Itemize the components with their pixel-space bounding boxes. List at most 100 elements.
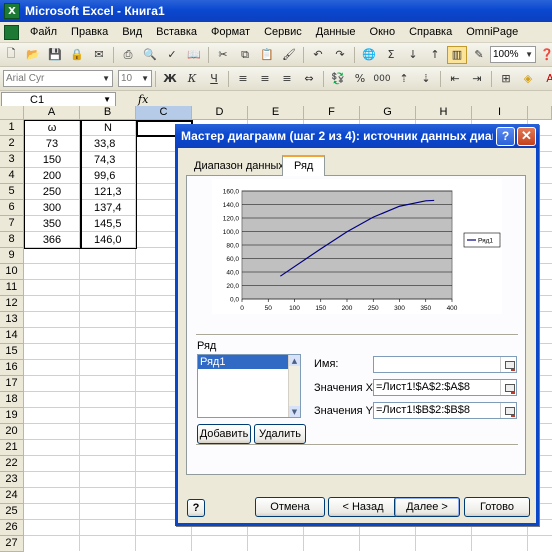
row-header[interactable]: 19 [0,408,24,424]
align-right-icon[interactable]: ≡ [277,70,297,88]
delete-series-button[interactable]: Удалить [254,424,306,444]
increase-indent-icon[interactable]: ⇥ [467,70,487,88]
series-list-item[interactable]: Ряд1 [198,355,288,369]
decrease-indent-icon[interactable]: ⇤ [445,70,465,88]
row-header[interactable]: 25 [0,504,24,520]
cell-a4[interactable]: 200 [24,168,80,184]
cell-b7[interactable]: 145,5 [80,216,136,232]
borders-icon[interactable]: ⊞ [496,70,516,88]
menu-omnipage[interactable]: OmniPage [459,26,525,38]
cell-b4[interactable]: 99,6 [80,168,136,184]
column-header-d[interactable]: D [192,106,248,120]
collapse-dialog-icon[interactable] [500,403,516,418]
collapse-dialog-icon[interactable] [500,380,516,395]
select-all-corner[interactable] [0,106,24,120]
cell-a2[interactable]: 73 [24,136,80,152]
cut-icon[interactable]: ✂ [213,46,233,64]
cell-a5[interactable]: 250 [24,184,80,200]
hyperlink-icon[interactable]: 🌐 [359,46,379,64]
row-header[interactable]: 15 [0,344,24,360]
column-header-h[interactable]: H [416,106,472,120]
row-header[interactable]: 8 [0,232,24,248]
sort-ascending-icon[interactable]: ↓ [403,46,423,64]
save-icon[interactable]: 💾 [45,46,65,64]
series-listbox[interactable]: Ряд1 ▲ ▼ [197,354,301,418]
office-help-icon[interactable]: ❓ [537,46,552,64]
row-header[interactable]: 2 [0,136,24,152]
excel-app-icon[interactable]: X [4,3,20,19]
row-header[interactable]: 23 [0,472,24,488]
increase-decimal-icon[interactable]: ⇡ [394,70,414,88]
cell-b5[interactable]: 121,3 [80,184,136,200]
row-header[interactable]: 27 [0,536,24,552]
cancel-button[interactable]: Отмена [255,497,325,517]
format-painter-icon[interactable]: 🖌 [279,46,299,64]
row-header[interactable]: 18 [0,392,24,408]
row-header[interactable]: 12 [0,296,24,312]
italic-button[interactable]: К [182,70,202,88]
close-icon[interactable]: ✕ [517,126,536,146]
percent-button[interactable]: % [350,70,370,88]
column-header-b[interactable]: B [80,106,136,120]
cell-b6[interactable]: 137,4 [80,200,136,216]
cell-b1[interactable]: N [80,120,136,136]
menu-format[interactable]: Формат [204,26,257,38]
drawing-icon[interactable]: ✎ [469,46,489,64]
print-preview-icon[interactable]: 🔍 [140,46,160,64]
row-header[interactable]: 24 [0,488,24,504]
merge-center-icon[interactable]: ⇔ [299,70,319,88]
scroll-up-icon[interactable]: ▲ [289,355,300,366]
column-header-g[interactable]: G [360,106,416,120]
dialog-help-icon[interactable]: ? [496,126,515,146]
scroll-down-icon[interactable]: ▼ [289,406,300,417]
x-values-field[interactable]: =Лист1!$A$2:$A$8 [373,379,517,396]
row-header[interactable]: 14 [0,328,24,344]
cell-b8[interactable]: 146,0 [80,232,136,248]
insert-function-button[interactable]: fx [138,93,148,106]
print-icon[interactable]: ⎙ [118,46,138,64]
row-header[interactable]: 22 [0,456,24,472]
row-header[interactable]: 26 [0,520,24,536]
underline-button[interactable]: Ч [204,70,224,88]
back-button[interactable]: < Назад [328,497,398,517]
add-series-button[interactable]: Добавить [197,424,251,444]
row-header[interactable]: 11 [0,280,24,296]
sort-descending-icon[interactable]: ↑ [425,46,445,64]
dialog-title-bar[interactable]: Мастер диаграмм (шаг 2 из 4): источник д… [175,124,539,148]
menu-data[interactable]: Данные [309,26,363,38]
permission-icon[interactable]: 🔒 [67,46,87,64]
row-header[interactable]: 5 [0,184,24,200]
cell-a6[interactable]: 300 [24,200,80,216]
undo-icon[interactable]: ↶ [308,46,328,64]
column-header-f[interactable]: F [304,106,360,120]
thousands-button[interactable]: 000 [372,70,392,88]
tab-data-range[interactable]: Диапазон данных [188,157,290,175]
align-left-icon[interactable]: ≡ [233,70,253,88]
new-icon[interactable]: 🗋 [1,46,21,64]
paste-icon[interactable]: 📋 [257,46,277,64]
chart-wizard-icon[interactable]: ▥ [447,45,467,64]
menu-tools[interactable]: Сервис [257,26,309,38]
research-icon[interactable]: 📖 [184,46,204,64]
font-color-icon[interactable]: A [540,70,552,88]
wizard-help-button[interactable]: ? [187,499,205,517]
zoom-select[interactable]: 100% ▼ [490,46,536,63]
row-header[interactable]: 10 [0,264,24,280]
row-header[interactable]: 6 [0,200,24,216]
row-header[interactable]: 4 [0,168,24,184]
row-header[interactable]: 16 [0,360,24,376]
y-values-field[interactable]: =Лист1!$B$2:$B$8 [373,402,517,419]
next-button[interactable]: Далее > [394,497,460,517]
row-header[interactable]: 21 [0,440,24,456]
column-header-a[interactable]: A [24,106,80,120]
row-header[interactable]: 7 [0,216,24,232]
row-header[interactable]: 3 [0,152,24,168]
spelling-icon[interactable]: ✓ [162,46,182,64]
redo-icon[interactable]: ↷ [330,46,350,64]
row-header[interactable]: 17 [0,376,24,392]
row-header[interactable]: 9 [0,248,24,264]
fill-color-icon[interactable]: ◈ [518,70,538,88]
menu-help[interactable]: Справка [402,26,459,38]
row-header[interactable]: 20 [0,424,24,440]
series-name-field[interactable] [373,356,517,373]
